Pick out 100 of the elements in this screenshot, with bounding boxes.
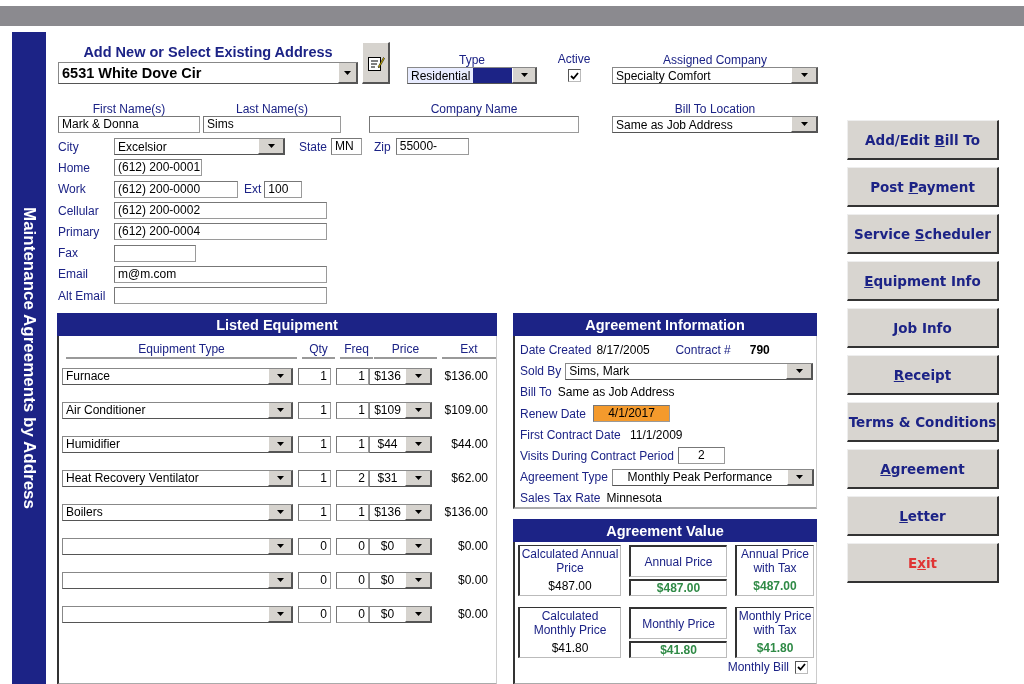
dropdown-button[interactable] xyxy=(268,402,292,418)
dropdown-button[interactable] xyxy=(405,470,431,486)
type-dropdown[interactable]: Residential xyxy=(407,67,537,84)
dropdown-button[interactable] xyxy=(268,436,292,452)
dropdown-button[interactable] xyxy=(268,368,292,384)
dropdown-button[interactable] xyxy=(405,538,431,554)
action-button[interactable]: Letter xyxy=(847,496,999,536)
price-label: Monthly Price xyxy=(642,616,715,631)
caret-icon xyxy=(276,577,284,582)
dropdown-button[interactable] xyxy=(268,504,292,520)
city-dropdown[interactable]: Excelsior xyxy=(114,138,285,156)
dropdown-button[interactable] xyxy=(791,68,817,83)
action-button[interactable]: Terms & Conditions xyxy=(847,402,999,442)
contact-field[interactable]: m@m.com xyxy=(114,265,327,283)
zip-label: Zip xyxy=(374,139,391,154)
checkbox[interactable] xyxy=(567,69,581,82)
price-dropdown[interactable]: $109 xyxy=(369,401,432,419)
visits-field[interactable]: 2 xyxy=(677,447,725,465)
checkbox[interactable] xyxy=(795,660,808,674)
freq-field[interactable]: 1 xyxy=(336,503,369,521)
price-dropdown[interactable]: $0 xyxy=(369,605,432,623)
company-name-field[interactable] xyxy=(369,116,579,133)
action-button[interactable]: Receipt xyxy=(847,355,999,395)
type-label: Type xyxy=(459,53,485,67)
freq-field[interactable]: 0 xyxy=(336,605,369,623)
contact-field[interactable]: (612) 200-0002 xyxy=(114,202,327,220)
dropdown-button[interactable] xyxy=(405,606,431,622)
freq-field[interactable]: 1 xyxy=(336,435,369,453)
extended-price: $44.00 xyxy=(450,437,488,452)
column-header: Price xyxy=(374,342,437,360)
agreement-type-dropdown[interactable]: Monthly Peak Performance xyxy=(611,468,814,486)
state-field[interactable]: MN xyxy=(331,138,363,156)
equipment-type-dropdown[interactable]: Boilers xyxy=(62,503,293,521)
action-button[interactable]: Job Info xyxy=(847,308,999,348)
dropdown-button[interactable] xyxy=(338,63,357,83)
action-button[interactable]: Post Payment xyxy=(847,167,999,207)
renew-date-field[interactable]: 4/1/2017 xyxy=(593,405,670,423)
equipment-type-dropdown[interactable]: Air Conditioner xyxy=(62,401,293,419)
price-dropdown[interactable]: $0 xyxy=(369,571,432,589)
freq-field[interactable]: 0 xyxy=(336,537,369,555)
last-name-field[interactable]: Sims xyxy=(203,116,341,133)
price-dropdown[interactable]: $136 xyxy=(369,367,432,385)
freq-field[interactable]: 0 xyxy=(336,571,369,589)
dropdown-button[interactable] xyxy=(786,469,813,485)
action-button[interactable]: Equipment Info xyxy=(847,261,999,301)
caret-icon xyxy=(800,73,808,77)
bill-to-location-dropdown[interactable]: Same as Job Address xyxy=(612,116,818,133)
equipment-type-dropdown[interactable] xyxy=(62,571,293,589)
equipment-type-dropdown[interactable]: Furnace xyxy=(62,367,293,385)
assigned-company-dropdown[interactable]: Specialty Comfort xyxy=(612,67,818,84)
equipment-type-dropdown[interactable]: Heat Recovery Ventilator xyxy=(62,469,293,487)
equipment-type-dropdown[interactable] xyxy=(62,537,293,555)
equipment-type-dropdown[interactable]: Humidifier xyxy=(62,435,293,453)
sold-by-dropdown[interactable]: Sims, Mark xyxy=(565,362,814,380)
dropdown-button[interactable] xyxy=(512,68,536,83)
equipment-type-dropdown[interactable] xyxy=(62,605,293,623)
contact-field[interactable]: (612) 200-0004 xyxy=(114,223,327,241)
first-name-field[interactable]: Mark & Donna xyxy=(58,116,200,133)
qty-field[interactable]: 1 xyxy=(298,435,331,453)
dropdown-button[interactable] xyxy=(268,470,292,486)
qty-field[interactable]: 1 xyxy=(298,401,331,419)
address-dropdown[interactable]: 6531 White Dove Cir xyxy=(58,62,358,84)
dropdown-button[interactable] xyxy=(268,538,292,554)
dropdown-button[interactable] xyxy=(268,572,292,588)
contact-field[interactable]: (612) 200-0001 xyxy=(114,159,202,177)
monthly-bill-label: Monthly Bill xyxy=(727,660,789,675)
edit-address-button[interactable] xyxy=(362,42,390,84)
price-dropdown[interactable]: $136 xyxy=(369,503,432,521)
dropdown-button[interactable] xyxy=(405,402,431,418)
zip-field[interactable]: 55000- xyxy=(395,138,469,156)
price-dropdown[interactable]: $31 xyxy=(369,469,432,487)
contact-field[interactable]: (612) 200-0000 xyxy=(114,180,238,198)
dropdown-button[interactable] xyxy=(405,504,431,520)
dropdown-button[interactable] xyxy=(258,139,284,155)
freq-field[interactable]: 1 xyxy=(336,401,369,419)
freq-field[interactable]: 2 xyxy=(336,469,369,487)
qty-field[interactable]: 0 xyxy=(298,537,331,555)
contact-field[interactable] xyxy=(114,287,327,305)
action-button[interactable]: Add/Edit Bill To xyxy=(847,120,999,160)
qty-field[interactable]: 0 xyxy=(298,571,331,589)
qty-field[interactable]: 0 xyxy=(298,605,331,623)
freq-field[interactable]: 1 xyxy=(336,367,369,385)
contact-field[interactable] xyxy=(114,244,196,262)
dropdown-button[interactable] xyxy=(405,436,431,452)
qty-field[interactable]: 1 xyxy=(298,469,331,487)
ext-field[interactable]: 100 xyxy=(264,180,303,198)
qty-field[interactable]: 1 xyxy=(298,367,331,385)
price-label: Calculated Monthly Price xyxy=(532,609,608,638)
dropdown-button[interactable] xyxy=(405,368,431,384)
caret-icon xyxy=(344,70,351,75)
action-button[interactable]: Service Scheduler xyxy=(847,214,999,254)
dropdown-button[interactable] xyxy=(268,606,292,622)
dropdown-button[interactable] xyxy=(405,572,431,588)
price-dropdown[interactable]: $44 xyxy=(369,435,432,453)
action-button[interactable]: Agreement xyxy=(847,449,999,489)
dropdown-button[interactable] xyxy=(786,363,813,379)
qty-field[interactable]: 1 xyxy=(298,503,331,521)
price-dropdown[interactable]: $0 xyxy=(369,537,432,555)
caret-icon xyxy=(267,144,275,149)
dropdown-button[interactable] xyxy=(791,117,817,132)
